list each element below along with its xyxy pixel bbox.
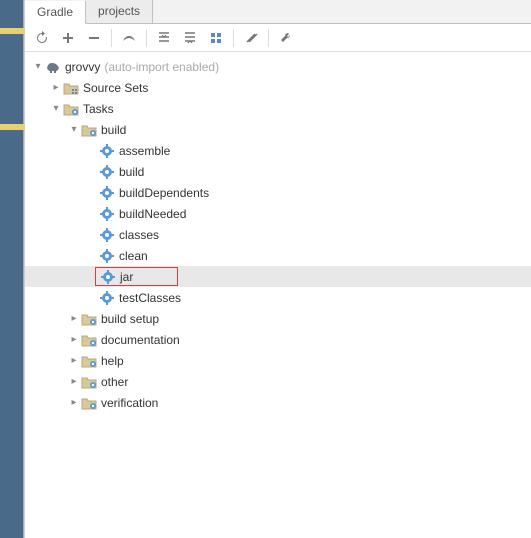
wrench-icon[interactable]	[275, 27, 297, 49]
tree-label: build setup	[101, 312, 159, 326]
tree-item-buildsetup[interactable]: ▸ build setup	[25, 308, 531, 329]
folder-icon	[81, 353, 97, 369]
expand-all-icon[interactable]	[153, 27, 175, 49]
tree-label: grovvy	[65, 60, 100, 74]
gear-icon	[99, 290, 115, 306]
tree-item-sourcesets[interactable]: ▸ Source Sets	[25, 77, 531, 98]
tree-label: classes	[119, 228, 159, 242]
gear-icon	[99, 206, 115, 222]
chevron-down-icon[interactable]: ▾	[67, 124, 81, 135]
folder-icon	[81, 311, 97, 327]
tree-item-tasks[interactable]: ▾ Tasks	[25, 98, 531, 119]
tree-label: verification	[101, 396, 158, 410]
folder-icon	[81, 395, 97, 411]
tree-item-documentation[interactable]: ▸ documentation	[25, 329, 531, 350]
gear-icon	[100, 269, 116, 285]
toolbar-separator	[111, 29, 112, 47]
tool-tabs: Gradle projects	[25, 0, 531, 24]
task-clean[interactable]: ▸ clean	[25, 245, 531, 266]
task-classes[interactable]: ▸ classes	[25, 224, 531, 245]
tree-label: build	[101, 123, 126, 137]
gradle-tree[interactable]: ▾ grovvy (auto-import enabled) ▸ Source …	[25, 52, 531, 538]
tree-label: Source Sets	[83, 81, 148, 95]
gear-icon	[99, 143, 115, 159]
folder-icon	[63, 101, 79, 117]
folder-icon	[81, 332, 97, 348]
task-build[interactable]: ▸ build	[25, 161, 531, 182]
chevron-right-icon[interactable]: ▸	[67, 313, 81, 324]
gutter-strip	[0, 0, 24, 538]
add-icon[interactable]	[57, 27, 79, 49]
task-buildneeded[interactable]: ▸ buildNeeded	[25, 203, 531, 224]
collapse-all-icon[interactable]	[179, 27, 201, 49]
tree-label: buildDependents	[119, 186, 209, 200]
toolbar	[25, 24, 531, 52]
refresh-icon[interactable]	[31, 27, 53, 49]
gear-icon	[99, 227, 115, 243]
tree-label: documentation	[101, 333, 180, 347]
gradle-panel: Gradle projects	[24, 0, 531, 538]
tree-label: help	[101, 354, 124, 368]
tree-label: jar	[120, 270, 173, 284]
toolbar-separator	[268, 29, 269, 47]
chevron-right-icon[interactable]: ▸	[67, 355, 81, 366]
folder-icon	[81, 374, 97, 390]
elephant-icon	[45, 59, 61, 75]
chevron-down-icon[interactable]: ▾	[31, 61, 45, 72]
toolbar-separator	[146, 29, 147, 47]
offline-icon[interactable]	[240, 27, 262, 49]
chevron-down-icon[interactable]: ▾	[49, 103, 63, 114]
remove-icon[interactable]	[83, 27, 105, 49]
tree-hint: (auto-import enabled)	[104, 60, 219, 74]
task-builddependents[interactable]: ▸ buildDependents	[25, 182, 531, 203]
tree-item-other[interactable]: ▸ other	[25, 371, 531, 392]
gear-icon	[99, 248, 115, 264]
chevron-right-icon[interactable]: ▸	[49, 82, 63, 93]
tree-label: clean	[119, 249, 148, 263]
tree-label: buildNeeded	[119, 207, 186, 221]
tree-label: build	[119, 165, 144, 179]
tree-label: assemble	[119, 144, 170, 158]
tree-label: testClasses	[119, 291, 181, 305]
run-icon[interactable]	[118, 27, 140, 49]
tab-gradle[interactable]: Gradle	[25, 1, 86, 24]
highlight-box: jar	[95, 267, 178, 286]
tree-label: Tasks	[83, 102, 114, 116]
tree-item-build[interactable]: ▾ build	[25, 119, 531, 140]
tree-item-help[interactable]: ▸ help	[25, 350, 531, 371]
gutter-mark	[0, 28, 24, 34]
gutter-mark	[0, 124, 24, 130]
chevron-right-icon[interactable]: ▸	[67, 397, 81, 408]
tree-root[interactable]: ▾ grovvy (auto-import enabled)	[25, 56, 531, 77]
toolbar-separator	[233, 29, 234, 47]
tree-label: other	[101, 375, 128, 389]
folder-icon	[63, 80, 79, 96]
folder-icon	[81, 122, 97, 138]
gear-icon	[99, 164, 115, 180]
group-tasks-icon[interactable]	[205, 27, 227, 49]
task-testclasses[interactable]: ▸ testClasses	[25, 287, 531, 308]
gear-icon	[99, 185, 115, 201]
task-jar[interactable]: ▸ jar	[25, 266, 531, 287]
task-assemble[interactable]: ▸ assemble	[25, 140, 531, 161]
chevron-right-icon[interactable]: ▸	[67, 376, 81, 387]
chevron-right-icon[interactable]: ▸	[67, 334, 81, 345]
tree-item-verification[interactable]: ▸ verification	[25, 392, 531, 413]
tab-projects[interactable]: projects	[86, 0, 153, 23]
